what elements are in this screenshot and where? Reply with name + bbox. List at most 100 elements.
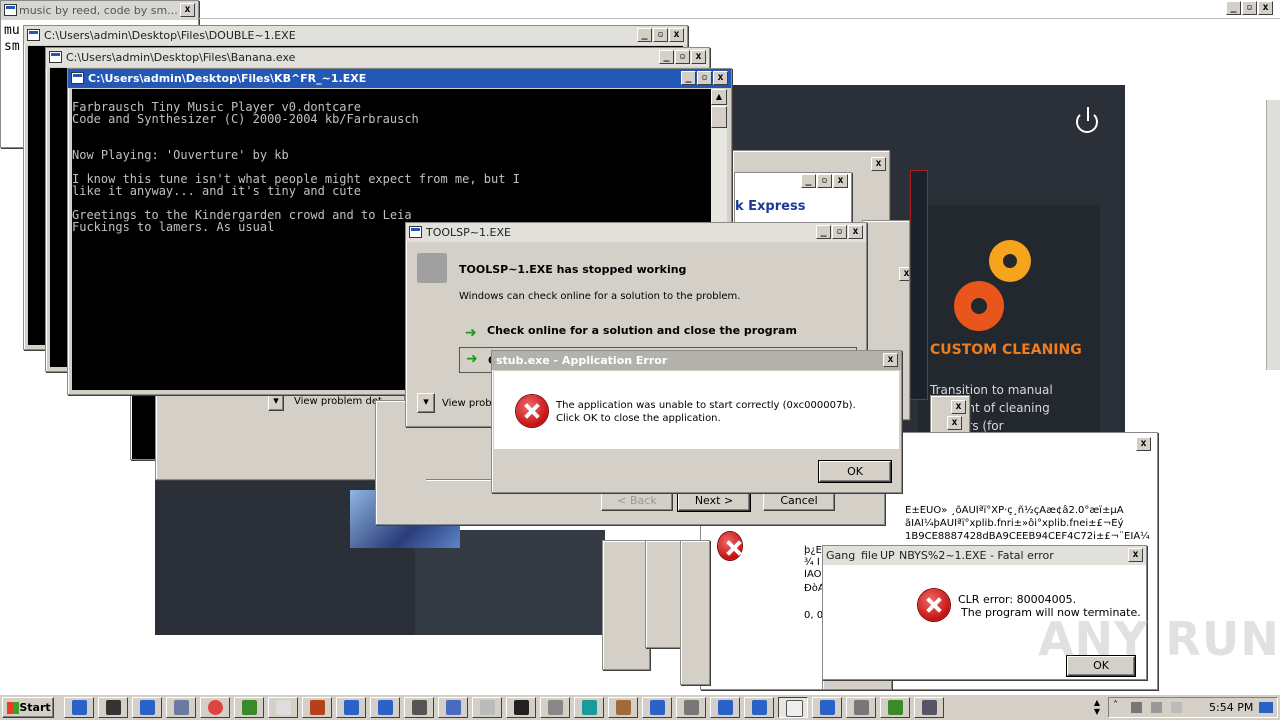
taskbar-tab-file: file — [861, 549, 878, 562]
flag-icon[interactable] — [1171, 702, 1182, 713]
close-button[interactable]: x — [951, 400, 966, 414]
maximize-button[interactable]: ▫ — [675, 50, 690, 64]
taskbar-item[interactable] — [574, 697, 604, 718]
cleaner-red-strip — [910, 170, 928, 400]
taskbar-scroll-arrows[interactable]: ▲ ▼ — [1090, 698, 1104, 718]
close-button[interactable]: x — [180, 3, 195, 17]
scroll-thumb[interactable] — [711, 106, 727, 128]
taskbar-item[interactable] — [676, 697, 706, 718]
top-right-controls: _ ▫ x — [1226, 1, 1273, 15]
start-label: Start — [19, 701, 51, 714]
close-button[interactable]: x — [1128, 548, 1143, 562]
next-button[interactable]: Next > — [677, 490, 751, 512]
toolsp-heading: TOOLSP~1.EXE has stopped working — [459, 263, 687, 276]
taskbar-item-active[interactable] — [778, 697, 808, 718]
taskbar-item[interactable] — [608, 697, 638, 718]
stub-message: The application was unable to start corr… — [556, 400, 856, 424]
scroll-up-arrow[interactable]: ▲ — [711, 89, 727, 105]
taskbar-tab-gang: Gang — [826, 549, 856, 562]
garbled-side-1: þ¿Ë — [804, 545, 822, 556]
console-line: like it anyway... and it's tiny and cute — [72, 184, 361, 198]
close-button[interactable]: x — [669, 28, 684, 42]
taskbar-item[interactable] — [744, 697, 774, 718]
minimize-button[interactable]: _ — [637, 28, 652, 42]
console-icon — [27, 29, 40, 41]
taskbar-item[interactable] — [472, 697, 502, 718]
taskbar-item[interactable] — [404, 697, 434, 718]
close-button[interactable]: x — [947, 416, 962, 430]
taskbar-item[interactable] — [336, 697, 366, 718]
check-online-option[interactable]: Check online for a solution and close th… — [487, 324, 797, 337]
taskbar-item[interactable] — [132, 697, 162, 718]
maximize-button[interactable]: ▫ — [817, 174, 832, 188]
close-button[interactable]: x — [1136, 437, 1151, 451]
taskbar-item[interactable] — [200, 697, 230, 718]
taskbar-item[interactable] — [710, 697, 740, 718]
maximize-button[interactable]: ▫ — [697, 71, 712, 85]
garbled-side-2: ¾ Ì — [804, 557, 820, 568]
garbled-line-3: 1B9CE8887428dBA9CEEB94CEF4C72i±£¬¨ËÏÂ¼ — [905, 531, 1150, 542]
windows-logo-icon — [7, 702, 19, 714]
taskbar-item[interactable] — [506, 697, 536, 718]
stub-titlebar[interactable]: stub.exe - Application Error x — [492, 351, 901, 370]
expand-button[interactable]: ▾ — [268, 393, 284, 411]
taskbar-item[interactable] — [370, 697, 400, 718]
music-window-titlebar[interactable]: music by reed, code by sm... x — [1, 1, 198, 20]
view-problem-details-bg[interactable]: View problem det — [294, 396, 382, 407]
double-title: C:\Users\admin\Desktop\Files\DOUBLE~1.EX… — [44, 29, 296, 42]
minimize-button[interactable]: _ — [1226, 1, 1241, 15]
restore-button[interactable]: ▫ — [1242, 1, 1257, 15]
close-button[interactable]: x — [871, 157, 886, 171]
taskbar-item[interactable] — [98, 697, 128, 718]
cancel-button[interactable]: Cancel — [763, 491, 835, 511]
back-button[interactable]: < Back — [601, 491, 673, 511]
kb-titlebar[interactable]: C:\Users\admin\Desktop\Files\KB^FR_~1.EX… — [68, 69, 731, 88]
console-line: Code and Synthesizer (C) 2000-2004 kb/Fa… — [72, 112, 419, 126]
close-button[interactable]: x — [1258, 1, 1273, 15]
clock[interactable]: 5:54 PM — [1209, 701, 1253, 714]
taskbar-item[interactable] — [880, 697, 910, 718]
stub-title: stub.exe - Application Error — [496, 354, 668, 367]
console-icon — [49, 51, 62, 63]
stub-ok-button[interactable]: OK — [818, 460, 892, 483]
taskbar-item[interactable] — [642, 697, 672, 718]
volume-icon[interactable] — [1151, 702, 1162, 713]
taskbar-item[interactable] — [812, 697, 842, 718]
double-titlebar[interactable]: C:\Users\admin\Desktop\Files\DOUBLE~1.EX… — [24, 26, 687, 45]
minimize-button[interactable]: _ — [659, 50, 674, 64]
show-desktop-icon[interactable] — [1259, 702, 1273, 713]
green-arrow-icon: ➜ — [466, 351, 478, 367]
stub-error-dialog[interactable]: stub.exe - Application Error x The appli… — [491, 350, 902, 493]
start-button[interactable]: Start — [2, 697, 54, 718]
taskbar-item[interactable] — [438, 697, 468, 718]
close-button[interactable]: x — [899, 267, 909, 281]
network-icon[interactable] — [1131, 702, 1142, 713]
close-button[interactable]: x — [848, 225, 863, 239]
taskbar-item[interactable] — [268, 697, 298, 718]
chevron-up-icon[interactable]: ˄ — [1113, 700, 1118, 711]
taskbar-item[interactable] — [234, 697, 264, 718]
taskbar-item[interactable] — [64, 697, 94, 718]
kb-title: C:\Users\admin\Desktop\Files\KB^FR_~1.EX… — [88, 72, 367, 85]
toolsp-titlebar[interactable]: TOOLSP~1.EXE _ ▫ x — [406, 223, 866, 242]
banana-titlebar[interactable]: C:\Users\admin\Desktop\Files\Banana.exe … — [46, 48, 709, 67]
close-button[interactable]: x — [713, 71, 728, 85]
taskbar-item[interactable] — [540, 697, 570, 718]
fatal-error-titlebar[interactable]: Gang file UP NBYS%2~1.EXE - Fatal error … — [823, 546, 1146, 565]
maximize-button[interactable]: ▫ — [653, 28, 668, 42]
minimize-button[interactable]: _ — [801, 174, 816, 188]
app-icon — [4, 4, 17, 16]
close-button[interactable]: x — [691, 50, 706, 64]
taskbar-item[interactable] — [166, 697, 196, 718]
minimize-button[interactable]: _ — [681, 71, 696, 85]
maximize-button[interactable]: ▫ — [832, 225, 847, 239]
close-button[interactable]: x — [833, 174, 848, 188]
minimize-button[interactable]: _ — [816, 225, 831, 239]
close-button[interactable]: x — [883, 353, 898, 367]
taskbar-item[interactable] — [302, 697, 332, 718]
taskbar-item[interactable] — [914, 697, 944, 718]
view-problem-details[interactable]: View probl — [442, 398, 494, 409]
taskbar-item[interactable] — [846, 697, 876, 718]
view-problem-details-toggle[interactable]: ▾ — [417, 393, 435, 413]
right-scrollbar[interactable] — [1266, 100, 1280, 370]
